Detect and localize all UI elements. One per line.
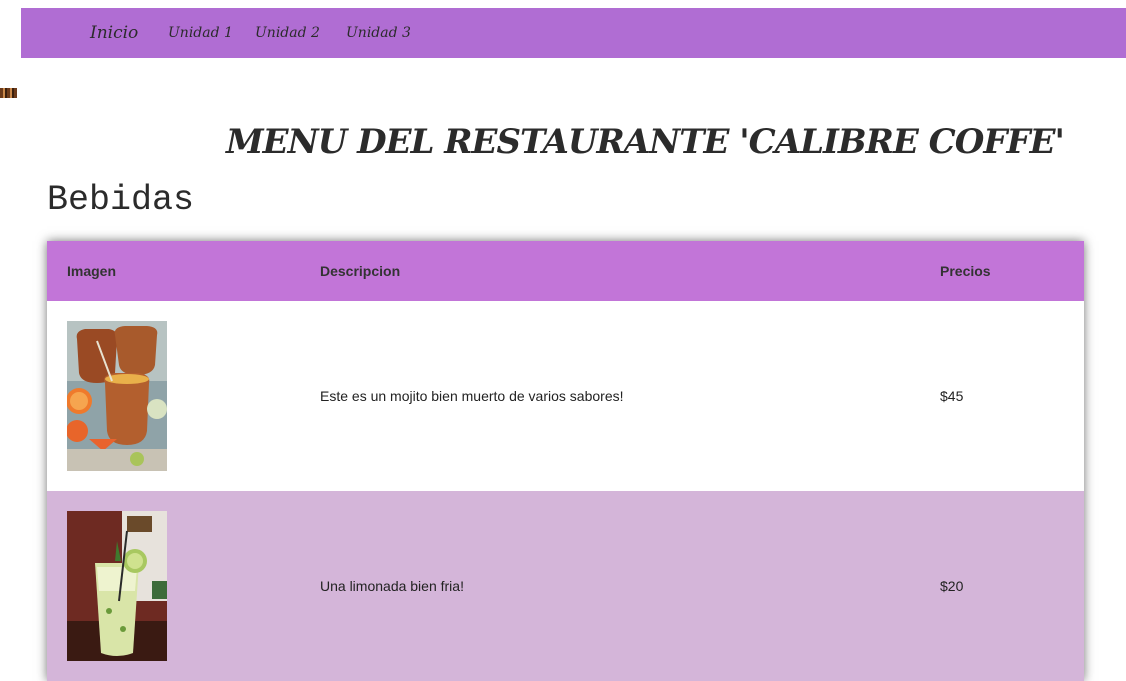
nav-link-unidad-2[interactable]: Unidad 2 — [255, 25, 320, 41]
table-row: Una limonada bien fria! $20 — [47, 491, 1084, 681]
table-row: Este es un mojito bien muerto de varios … — [47, 301, 1084, 491]
header-precios: Precios — [920, 241, 1084, 301]
lemonade-glass-image — [67, 511, 167, 661]
nav-link-unidad-1[interactable]: Unidad 1 — [168, 25, 233, 41]
menu-table: Imagen Descripcion Precios Este es un mo… — [47, 241, 1084, 681]
image-cell — [47, 491, 300, 681]
image-cell — [47, 301, 300, 491]
description-cell: Una limonada bien fria! — [300, 491, 920, 681]
price-cell: $20 — [920, 491, 1084, 681]
nav-link-inicio[interactable]: Inicio — [90, 23, 138, 43]
header-descripcion: Descripcion — [300, 241, 920, 301]
description-cell: Este es un mojito bien muerto de varios … — [300, 301, 920, 491]
nav-link-unidad-3[interactable]: Unidad 3 — [346, 25, 411, 41]
price-cell: $45 — [920, 301, 1084, 491]
table-header-row: Imagen Descripcion Precios — [47, 241, 1084, 301]
top-navbar: Inicio Unidad 1 Unidad 2 Unidad 3 — [21, 8, 1126, 58]
header-imagen: Imagen — [47, 241, 300, 301]
cantarito-drink-image — [67, 321, 167, 471]
broken-image-icon — [0, 88, 17, 98]
section-title-bebidas: Bebidas — [47, 180, 195, 220]
page-title: MENU DEL RESTAURANTE 'CALIBRE COFFE' — [226, 122, 1065, 162]
